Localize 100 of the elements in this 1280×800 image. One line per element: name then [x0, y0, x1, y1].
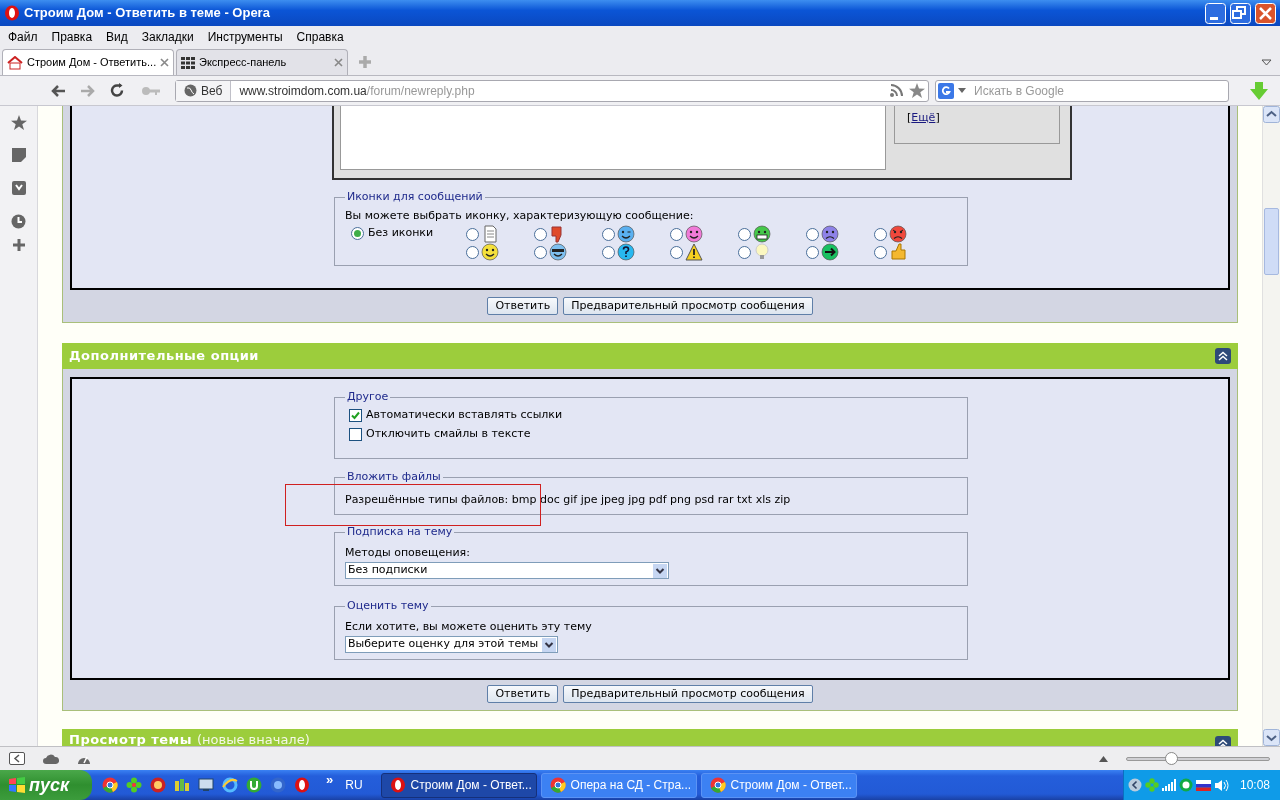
radio-button[interactable]: [874, 245, 887, 259]
signal-bars-icon[interactable]: [1162, 779, 1176, 791]
note-icon[interactable]: [11, 148, 26, 162]
taskbar-button[interactable]: Строим Дом - Ответ...: [700, 772, 857, 798]
radio-button[interactable]: [534, 227, 547, 241]
close-icon[interactable]: [160, 58, 170, 67]
round-badge-icon[interactable]: [150, 777, 166, 793]
select-value: Без подписки: [348, 562, 429, 579]
globe-icon[interactable]: [270, 777, 286, 793]
ie-logo-icon[interactable]: [222, 777, 238, 793]
panel-toggle-icon[interactable]: [9, 752, 25, 765]
menu-item[interactable]: Правка: [51, 28, 93, 46]
sad-face-icon: [821, 225, 839, 243]
radio-button[interactable]: [466, 227, 479, 241]
dropdown-select[interactable]: Без подписки: [345, 562, 669, 579]
checkbox-label: Автоматически вставлять ссылки: [366, 406, 563, 423]
scroll-thumb[interactable]: [1264, 208, 1279, 275]
language-indicator[interactable]: RU: [345, 776, 363, 794]
lightbulb-icon: [753, 243, 771, 261]
close-button[interactable]: [1255, 2, 1276, 24]
flower-icon[interactable]: [126, 777, 142, 793]
radio-button[interactable]: [670, 227, 683, 241]
radio-button[interactable]: [806, 245, 819, 259]
globe-icon: [184, 84, 197, 97]
radio-button[interactable]: [670, 245, 683, 259]
tab-label: Экспресс-панель: [199, 55, 288, 71]
address-field[interactable]: Веб www.stroimdom.com.ua/forum/newreply.php: [175, 79, 929, 102]
search-field[interactable]: Искать в Google: [935, 79, 1229, 102]
radio-button[interactable]: [602, 245, 615, 259]
back-arrow-icon[interactable]: [50, 83, 66, 98]
radio-button[interactable]: [738, 227, 751, 241]
battery-bars-icon[interactable]: [174, 777, 190, 793]
grid-icon: [181, 56, 195, 69]
radio-button[interactable]: [738, 245, 751, 259]
monitor-icon[interactable]: [198, 777, 214, 793]
caret-icon[interactable]: [958, 88, 966, 93]
menu-item[interactable]: Закладки: [141, 28, 194, 46]
collapse-icon[interactable]: [1215, 348, 1231, 364]
up-triangle-icon[interactable]: [1099, 755, 1108, 762]
russian-flag-icon[interactable]: [1196, 779, 1211, 791]
taskbar-button[interactable]: Строим Дом - Ответ...: [380, 772, 537, 798]
tab-label: Строим Дом - Ответить...: [27, 55, 157, 71]
utorrent-icon[interactable]: [246, 777, 262, 793]
browser-tab[interactable]: Строим Дом - Ответить...: [2, 49, 174, 75]
overflow-chevron[interactable]: »: [326, 770, 334, 790]
star-icon[interactable]: [909, 83, 925, 98]
angry-face-icon: [889, 225, 907, 243]
chevron-left-icon[interactable]: [1128, 778, 1142, 792]
url-text: www.stroimdom.com.ua/forum/newreply.php: [238, 82, 476, 100]
browser-tab[interactable]: Экспресс-панель: [176, 49, 348, 75]
fieldset-legend: Другое: [345, 389, 391, 406]
cloud-icon[interactable]: [43, 753, 59, 764]
menu-item[interactable]: Справка: [296, 28, 344, 46]
dropdown-icon[interactable]: [1261, 59, 1272, 66]
chrome-icon[interactable]: [102, 777, 118, 793]
close-icon[interactable]: [334, 58, 343, 67]
star-icon[interactable]: [10, 115, 27, 130]
scroll-up-icon[interactable]: [1263, 106, 1280, 123]
action-button[interactable]: Ответить: [487, 685, 559, 703]
field-label: Методы оповещения:: [345, 544, 471, 561]
restore-button[interactable]: [1230, 2, 1251, 24]
clock-icon[interactable]: [11, 214, 26, 229]
checkbox[interactable]: [349, 427, 362, 441]
scrollbar[interactable]: [1262, 106, 1280, 746]
radio-button[interactable]: [806, 227, 819, 241]
hint-text: Вы можете выбрать иконку, характеризующую сообщение:: [345, 207, 695, 224]
fieldset-legend: Подписка на тему: [345, 524, 455, 541]
scroll-down-icon[interactable]: [1263, 729, 1280, 746]
radio-button[interactable]: [534, 245, 547, 259]
slider-thumb[interactable]: [1165, 751, 1178, 765]
minimize-button[interactable]: [1205, 2, 1226, 24]
menu-item[interactable]: Инструменты: [207, 28, 283, 46]
question-mark-icon: [617, 243, 635, 261]
action-button[interactable]: Предварительный просмотр сообщения: [563, 685, 813, 703]
plus-icon[interactable]: [12, 239, 25, 251]
opera-logo-icon[interactable]: [294, 777, 310, 793]
grinning-face-icon: [753, 225, 771, 243]
action-button[interactable]: Ответить: [487, 297, 559, 315]
radio-button[interactable]: [602, 227, 615, 241]
site-info-button[interactable]: Веб: [176, 80, 232, 101]
more-link[interactable]: Ещё: [911, 110, 936, 127]
search-input[interactable]: Искать в Google: [974, 81, 1228, 100]
menu-item[interactable]: Файл: [8, 28, 38, 46]
reload-icon[interactable]: [110, 83, 125, 98]
action-button[interactable]: Предварительный просмотр сообщения: [563, 297, 813, 315]
opera-logo-icon: [389, 777, 406, 793]
start-button[interactable]: пуск: [0, 770, 92, 800]
menu-item[interactable]: Вид: [106, 28, 128, 46]
checkbox[interactable]: [349, 408, 362, 422]
opera-logo-icon: [4, 5, 20, 21]
radio-button[interactable]: [874, 227, 887, 241]
radio-label: Без иконки: [368, 225, 434, 241]
smiley-face-icon: [481, 243, 499, 261]
window-title: Строим Дом - Ответить в теме - Opera: [24, 4, 271, 23]
winking-face-icon: [617, 225, 635, 243]
radio-button[interactable]: [466, 245, 479, 259]
rss-icon[interactable]: [890, 84, 903, 97]
radio-button[interactable]: [351, 226, 364, 240]
taskbar-button[interactable]: Опера на СД - Стра...: [540, 772, 697, 798]
inbox-download-icon[interactable]: [11, 181, 26, 195]
